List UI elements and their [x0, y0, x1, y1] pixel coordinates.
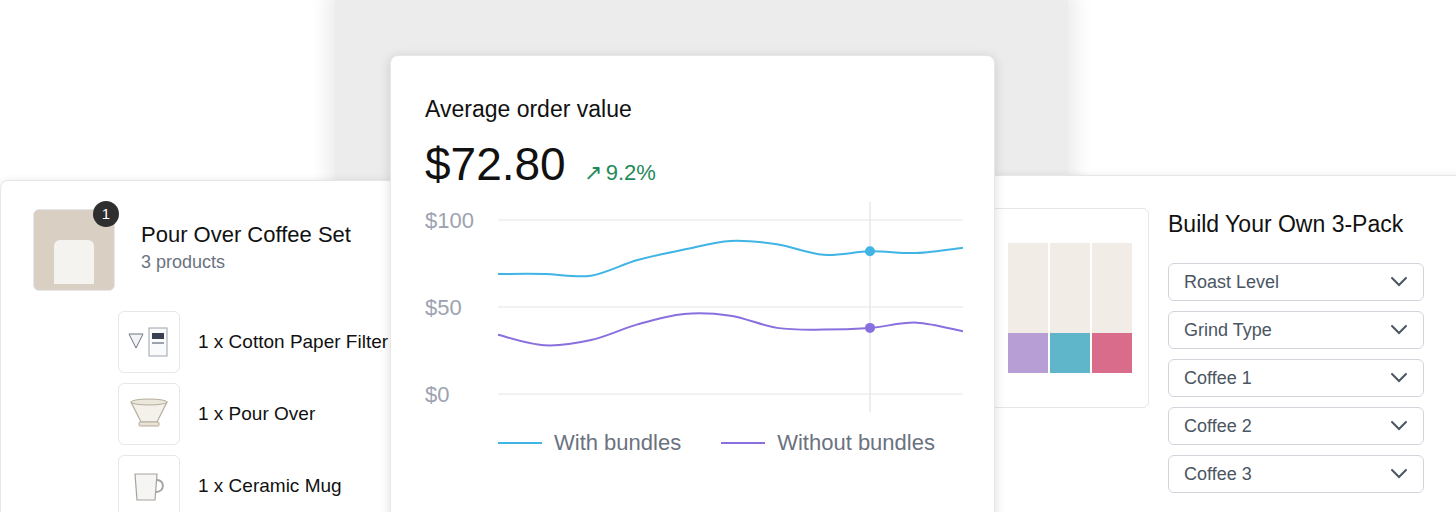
aov-value: $72.80 — [425, 136, 566, 192]
select-field[interactable]: Coffee 3 — [1168, 455, 1424, 493]
chevron-down-icon — [1390, 372, 1408, 384]
select-field[interactable]: Coffee 2 — [1168, 407, 1424, 445]
filter-icon — [127, 324, 171, 360]
bundle-item: 1 x Pour Over — [118, 383, 429, 445]
bundle-item: 1 x Cotton Paper Filter — [118, 311, 429, 373]
legend-item: Without bundles — [721, 426, 935, 459]
chevron-down-icon — [1390, 468, 1408, 480]
bundle-title: Pour Over Coffee Set — [141, 221, 351, 249]
dripper-icon — [127, 396, 171, 432]
y-tick: $100 — [425, 208, 474, 233]
line-chart: $100 $50 $0 — [425, 202, 965, 412]
y-tick: $50 — [425, 295, 462, 320]
quantity-badge: 1 — [93, 201, 119, 227]
chevron-down-icon — [1390, 420, 1408, 432]
mug-icon — [127, 468, 171, 504]
aov-card: Average order value $72.80 ↗9.2% $100 $50 $0 W… — [390, 55, 995, 512]
page: 1 Pour Over Coffee Set3 products 1 x Cotto… — [0, 0, 1456, 512]
chevron-down-icon — [1390, 276, 1408, 288]
chart-legend: With bundles Without bundles — [425, 412, 994, 459]
chart-title: Average order value — [425, 94, 994, 124]
chart-series — [498, 313, 963, 345]
trend-up-icon: ↗ — [584, 156, 602, 189]
change-badge: ↗9.2% — [584, 156, 656, 189]
builder-title: Build Your Own 3-Pack — [1168, 208, 1424, 240]
bundle-item: 1 x Ceramic Mug — [118, 455, 429, 512]
legend-item: With bundles — [498, 426, 681, 459]
chart-series — [498, 241, 963, 277]
chevron-down-icon — [1390, 324, 1408, 336]
builder-card: Build Your Own 3-Pack Roast Level Grind Ty… — [985, 175, 1456, 512]
select-field[interactable]: Grind Type — [1168, 311, 1424, 349]
y-tick: $0 — [425, 382, 449, 407]
select-field[interactable]: Roast Level — [1168, 263, 1424, 301]
product-image — [991, 208, 1149, 408]
select-field[interactable]: Coffee 1 — [1168, 359, 1424, 397]
bundle-card: 1 Pour Over Coffee Set3 products 1 x Cotto… — [0, 180, 430, 512]
bundle-subtitle: 3 products — [141, 249, 351, 275]
